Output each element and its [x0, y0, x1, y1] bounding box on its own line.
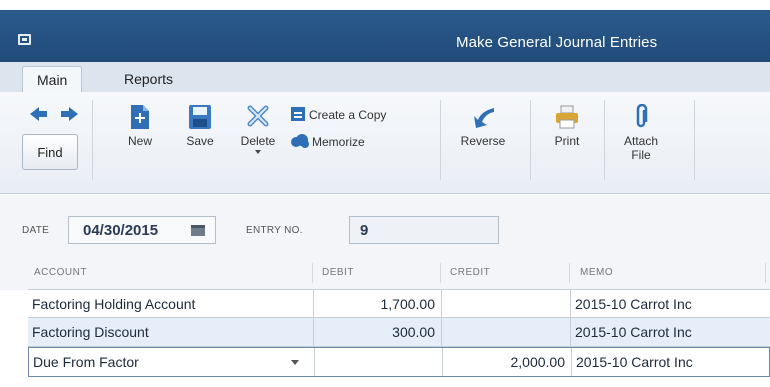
column-header-debit: DEBIT [322, 267, 354, 278]
account-dropdown-icon[interactable] [291, 360, 299, 365]
table-row-active[interactable]: Due From Factor 2,000.00 2015-10 Carrot … [28, 347, 770, 377]
printer-icon [556, 105, 578, 129]
print-label: Print [554, 134, 580, 148]
memo-cell[interactable]: 2015-10 Carrot Inc [571, 318, 770, 346]
toolbar-divider [92, 100, 93, 180]
debit-cell[interactable] [315, 348, 443, 376]
date-field[interactable]: 04/30/2015 [68, 216, 216, 244]
debit-cell[interactable]: 300.00 [314, 318, 442, 346]
save-disk-icon [189, 105, 211, 129]
column-divider [440, 263, 441, 283]
save-button[interactable]: Save [180, 104, 220, 148]
memo-cell[interactable]: 2015-10 Carrot Inc [571, 290, 770, 317]
column-divider [765, 263, 766, 283]
entry-no-label: ENTRY NO. [246, 225, 303, 236]
toolbar-divider [530, 100, 531, 180]
toolbar-divider [694, 100, 695, 180]
memorize-label: Memorize [312, 135, 365, 149]
entry-no-value: 9 [360, 222, 369, 239]
toolbar: Find New Save Delete Create a Copy Memor… [0, 92, 770, 194]
column-header-memo: MEMO [580, 267, 614, 278]
copy-document-icon [291, 107, 305, 121]
table-row[interactable]: Factoring Discount 300.00 2015-10 Carrot… [28, 318, 770, 347]
table-header: ACCOUNT DEBIT CREDIT MEMO [0, 255, 770, 290]
create-copy-button[interactable]: Create a Copy [290, 106, 386, 122]
top-margin [0, 0, 770, 10]
date-label: DATE [22, 225, 50, 236]
credit-cell[interactable]: 2,000.00 [443, 348, 572, 376]
column-header-credit: CREDIT [450, 267, 491, 278]
account-value: Due From Factor [33, 354, 139, 370]
print-button[interactable]: Print [545, 104, 589, 148]
account-cell[interactable]: Factoring Discount [28, 318, 314, 346]
title-bar: Make General Journal Entries [0, 10, 770, 62]
toolbar-divider [440, 100, 441, 180]
tab-main[interactable]: Main [22, 66, 83, 93]
window-menu-icon[interactable] [18, 34, 31, 45]
dropdown-arrow-icon [255, 150, 261, 154]
column-divider [312, 263, 313, 283]
attach-label: Attach [623, 134, 659, 148]
find-button[interactable]: Find [22, 134, 78, 170]
reverse-arrow-icon [474, 108, 494, 128]
attach-file-button[interactable]: Attach File [615, 104, 667, 162]
date-value: 04/30/2015 [83, 222, 159, 239]
new-document-icon [131, 105, 149, 129]
attach-file-label: File [631, 148, 651, 162]
delete-button[interactable]: Delete [235, 104, 281, 154]
reverse-label: Reverse [460, 134, 506, 148]
delete-x-icon [247, 105, 269, 127]
save-label: Save [186, 134, 214, 148]
memo-cell[interactable]: 2015-10 Carrot Inc [572, 348, 770, 376]
toolbar-divider [604, 100, 605, 180]
memorize-button[interactable]: Memorize [290, 133, 365, 149]
credit-cell[interactable] [442, 290, 571, 317]
ribbon-tabs: Main Reports [0, 62, 770, 93]
delete-label: Delete [240, 134, 276, 148]
prev-next-arrows-icon[interactable] [28, 104, 80, 124]
new-label: New [127, 134, 152, 148]
create-copy-label: Create a Copy [309, 108, 387, 122]
account-cell[interactable]: Due From Factor [29, 348, 315, 376]
table-row[interactable]: Factoring Holding Account 1,700.00 2015-… [28, 289, 770, 318]
reverse-button[interactable]: Reverse [455, 104, 511, 148]
memorize-cloud-icon [291, 134, 309, 148]
window-title: Make General Journal Entries [456, 34, 658, 51]
new-button[interactable]: New [120, 104, 160, 148]
account-cell[interactable]: Factoring Holding Account [28, 290, 314, 317]
journal-header-form: DATE 04/30/2015 ENTRY NO. 9 [0, 195, 770, 255]
paperclip-icon [636, 104, 648, 128]
debit-cell[interactable]: 1,700.00 [314, 290, 442, 317]
calendar-icon[interactable] [191, 225, 205, 236]
tab-reports[interactable]: Reports [110, 66, 187, 92]
entry-no-field[interactable]: 9 [349, 216, 499, 244]
column-divider [569, 263, 570, 283]
column-header-account: ACCOUNT [34, 267, 87, 278]
credit-cell[interactable] [442, 318, 571, 346]
